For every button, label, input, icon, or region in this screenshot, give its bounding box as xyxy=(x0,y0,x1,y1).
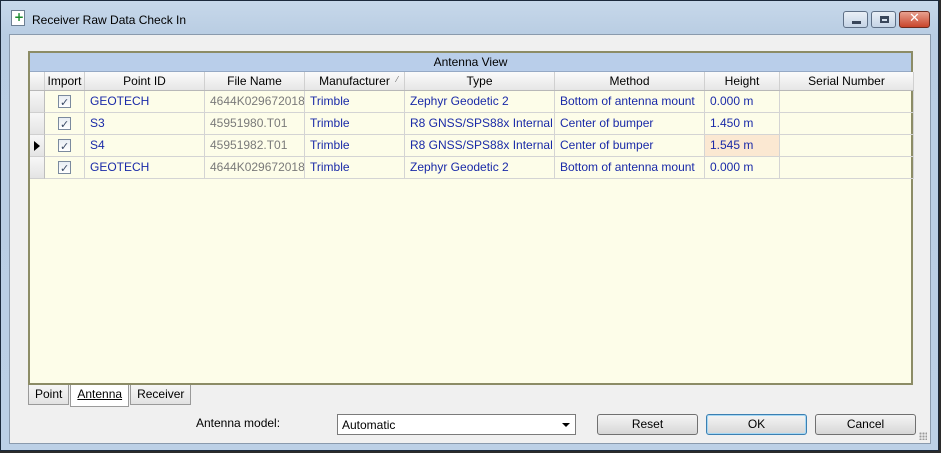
window-title: Receiver Raw Data Check In xyxy=(32,13,187,27)
type-cell[interactable]: Zephyr Geodetic 2 xyxy=(405,91,555,113)
column-header-method[interactable]: Method xyxy=(555,72,705,90)
row-header-corner xyxy=(30,72,45,90)
column-header-height[interactable]: Height xyxy=(705,72,780,90)
current-row-indicator-icon xyxy=(34,141,40,151)
import-cell xyxy=(45,113,85,135)
point-id-cell[interactable]: GEOTECH xyxy=(85,91,205,113)
height-cell-active[interactable]: 1.545 m xyxy=(705,135,780,157)
serial-number-cell[interactable] xyxy=(780,157,914,179)
sort-icon: ⁄ xyxy=(396,75,398,84)
tab-receiver[interactable]: Receiver xyxy=(130,385,192,405)
minimize-button[interactable] xyxy=(843,11,868,28)
row-header[interactable] xyxy=(30,135,45,157)
type-cell[interactable]: R8 GNSS/SPS88x Internal xyxy=(405,113,555,135)
method-cell[interactable]: Bottom of antenna mount xyxy=(555,157,705,179)
import-checkbox[interactable] xyxy=(58,136,71,156)
row-header[interactable] xyxy=(30,91,45,113)
grid-caption: Antenna View xyxy=(30,53,911,72)
import-cell xyxy=(45,157,85,179)
serial-number-cell[interactable] xyxy=(780,135,914,157)
method-cell[interactable]: Center of bumper xyxy=(555,113,705,135)
maximize-button[interactable] xyxy=(871,11,896,28)
reset-button[interactable]: Reset xyxy=(597,414,698,435)
column-header-point-id[interactable]: Point ID xyxy=(85,72,205,90)
table-row[interactable]: GEOTECH 4644K029672018 Trimble Zephyr Ge… xyxy=(30,91,914,113)
point-id-cell[interactable]: GEOTECH xyxy=(85,157,205,179)
close-icon: ✕ xyxy=(909,11,920,26)
grid-header-row: Import Point ID File Name Manufacturer ⁄ … xyxy=(30,72,914,91)
manufacturer-cell[interactable]: Trimble xyxy=(305,113,405,135)
column-header-type[interactable]: Type xyxy=(405,72,555,90)
antenna-model-select[interactable]: Automatic xyxy=(337,414,576,435)
file-name-cell[interactable]: 45951982.T01 xyxy=(205,135,305,157)
manufacturer-cell[interactable]: Trimble xyxy=(305,135,405,157)
caption-buttons: ✕ xyxy=(843,11,930,28)
serial-number-cell[interactable] xyxy=(780,91,914,113)
antenna-model-value: Automatic xyxy=(342,418,396,432)
resize-grip-icon[interactable] xyxy=(919,432,927,440)
cancel-button[interactable]: Cancel xyxy=(815,414,916,435)
antenna-grid[interactable]: Antenna View Import Point ID File Name M… xyxy=(28,51,914,385)
height-cell[interactable]: 1.450 m xyxy=(705,113,780,135)
table-row-current[interactable]: S4 45951982.T01 Trimble R8 GNSS/SPS88x I… xyxy=(30,135,914,157)
import-checkbox[interactable] xyxy=(58,92,71,112)
import-cell xyxy=(45,135,85,157)
manufacturer-cell[interactable]: Trimble xyxy=(305,91,405,113)
column-header-serial-number[interactable]: Serial Number xyxy=(780,72,914,90)
row-header[interactable] xyxy=(30,157,45,179)
import-cell xyxy=(45,91,85,113)
dialog-window: Receiver Raw Data Check In ✕ Antenna Vie… xyxy=(0,0,939,451)
import-checkbox[interactable] xyxy=(58,158,71,178)
column-header-file-name[interactable]: File Name xyxy=(205,72,305,90)
file-name-cell[interactable]: 4644K029672018 xyxy=(205,91,305,113)
column-header-label: Manufacturer xyxy=(319,74,390,88)
row-header[interactable] xyxy=(30,113,45,135)
height-cell[interactable]: 0.000 m xyxy=(705,91,780,113)
column-header-manufacturer[interactable]: Manufacturer ⁄ xyxy=(305,72,405,90)
point-id-cell[interactable]: S4 xyxy=(85,135,205,157)
method-cell[interactable]: Bottom of antenna mount xyxy=(555,91,705,113)
chevron-down-icon[interactable] xyxy=(562,423,570,427)
type-cell[interactable]: Zephyr Geodetic 2 xyxy=(405,157,555,179)
maximize-icon xyxy=(880,16,889,23)
table-row[interactable]: S3 45951980.T01 Trimble R8 GNSS/SPS88x I… xyxy=(30,113,914,135)
ok-button[interactable]: OK xyxy=(706,414,807,435)
column-header-import[interactable]: Import xyxy=(45,72,85,90)
point-id-cell[interactable]: S3 xyxy=(85,113,205,135)
check-in-icon xyxy=(11,10,25,26)
table-row[interactable]: GEOTECH 4644K029672018 Trimble Zephyr Ge… xyxy=(30,157,914,179)
import-checkbox[interactable] xyxy=(58,114,71,134)
title-bar[interactable]: Receiver Raw Data Check In ✕ xyxy=(1,1,938,35)
view-tabs: Point Antenna Receiver xyxy=(28,385,192,407)
method-cell[interactable]: Center of bumper xyxy=(555,135,705,157)
manufacturer-cell[interactable]: Trimble xyxy=(305,157,405,179)
tab-antenna[interactable]: Antenna xyxy=(70,385,130,407)
file-name-cell[interactable]: 45951980.T01 xyxy=(205,113,305,135)
tab-point[interactable]: Point xyxy=(28,385,70,405)
serial-number-cell[interactable] xyxy=(780,113,914,135)
file-name-cell[interactable]: 4644K029672018 xyxy=(205,157,305,179)
height-cell[interactable]: 0.000 m xyxy=(705,157,780,179)
dialog-client-area: Antenna View Import Point ID File Name M… xyxy=(9,34,931,444)
antenna-model-label: Antenna model: xyxy=(196,416,281,430)
type-cell[interactable]: R8 GNSS/SPS88x Internal xyxy=(405,135,555,157)
minimize-icon xyxy=(852,21,861,24)
close-button[interactable]: ✕ xyxy=(899,11,930,28)
